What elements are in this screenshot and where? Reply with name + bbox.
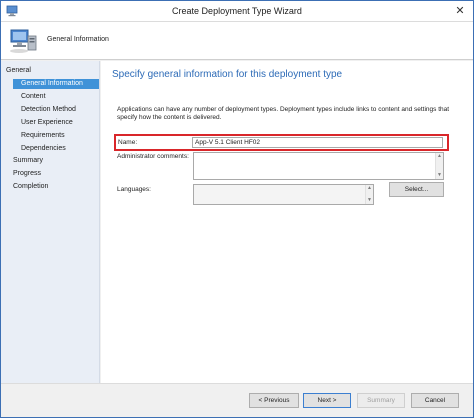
main-panel: Specify general information for this dep… xyxy=(101,61,473,383)
page-description: Applications can have any number of depl… xyxy=(117,106,450,121)
nav-general-information[interactable]: General Information xyxy=(13,79,99,89)
name-input[interactable]: App-V 5.1 Client HF02 xyxy=(192,137,443,148)
scroll-down-icon: ▼ xyxy=(367,197,372,203)
wizard-header: General Information xyxy=(1,22,473,60)
summary-button: Summary xyxy=(357,393,405,408)
admin-comments-label: Administrator comments: xyxy=(117,153,189,160)
page-name: General Information xyxy=(47,36,109,43)
admin-comments-scrollbar[interactable]: ▲ ▼ xyxy=(435,153,443,179)
nav-completion[interactable]: Completion xyxy=(13,182,48,192)
nav-progress[interactable]: Progress xyxy=(13,169,41,179)
title-bar: Create Deployment Type Wizard ✕ xyxy=(1,1,473,22)
admin-comments-textarea[interactable] xyxy=(193,152,444,180)
languages-label: Languages: xyxy=(117,186,151,193)
languages-scrollbar: ▲ ▼ xyxy=(365,185,373,204)
scroll-up-icon: ▲ xyxy=(367,185,372,191)
nav-summary[interactable]: Summary xyxy=(13,156,43,166)
name-label: Name: xyxy=(118,139,138,146)
nav-requirements[interactable]: Requirements xyxy=(21,131,65,141)
wizard-footer: < Previous Next > Summary Cancel xyxy=(1,383,473,417)
cancel-button[interactable]: Cancel xyxy=(411,393,459,408)
select-languages-button[interactable]: Select... xyxy=(389,182,444,197)
nav-dependencies[interactable]: Dependencies xyxy=(21,144,66,154)
window-title: Create Deployment Type Wizard xyxy=(172,6,302,16)
wizard-sidebar: General General Information Content Dete… xyxy=(1,61,100,383)
previous-button[interactable]: < Previous xyxy=(249,393,299,408)
next-button[interactable]: Next > xyxy=(303,393,351,408)
scroll-up-icon[interactable]: ▲ xyxy=(436,153,443,160)
computer-network-icon xyxy=(10,29,37,53)
nav-content[interactable]: Content xyxy=(21,92,46,102)
nav-general[interactable]: General xyxy=(6,66,96,76)
page-heading: Specify general information for this dep… xyxy=(112,69,343,80)
close-button[interactable]: ✕ xyxy=(447,1,473,21)
languages-field xyxy=(193,184,374,205)
scroll-down-icon[interactable]: ▼ xyxy=(436,172,443,179)
nav-user-experience[interactable]: User Experience xyxy=(21,118,73,128)
nav-detection-method[interactable]: Detection Method xyxy=(21,105,76,115)
wizard-window: Create Deployment Type Wizard ✕ General … xyxy=(0,0,474,418)
